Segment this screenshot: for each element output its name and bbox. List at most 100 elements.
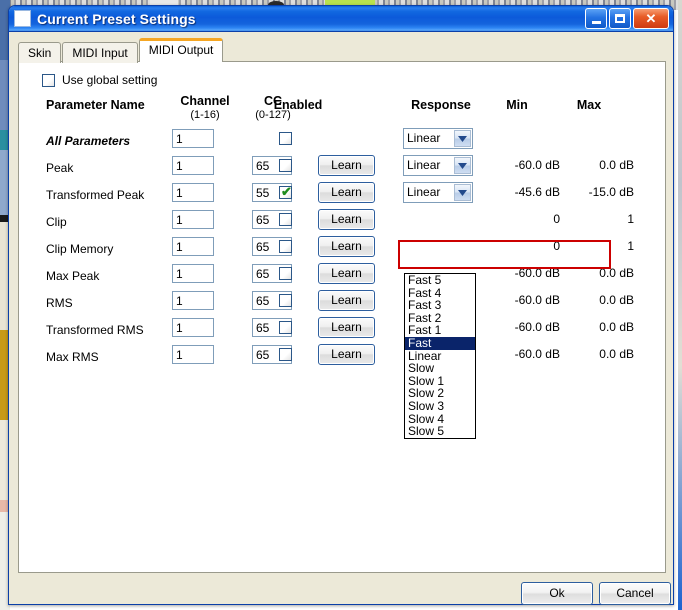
ok-button[interactable]: Ok: [521, 582, 593, 605]
enabled-checkbox-wrapper: [279, 213, 292, 231]
cancel-button[interactable]: Cancel: [599, 582, 671, 605]
dropdown-option[interactable]: Slow 4: [405, 413, 475, 426]
tab-midi-input[interactable]: MIDI Input: [62, 42, 138, 63]
max-value: 0.0 dB: [599, 347, 634, 361]
table-row: Clip Memory 1 65 Learn 0 1: [19, 236, 665, 263]
response-dropdown-list[interactable]: Fast 5 Fast 4 Fast 3 Fast 2 Fast 1 Fast Linear…: [404, 273, 476, 439]
tab-midi-output[interactable]: MIDI Output: [138, 38, 224, 62]
learn-button[interactable]: Learn: [318, 290, 375, 311]
close-icon: ✕: [645, 11, 657, 26]
enabled-checkbox[interactable]: [279, 267, 292, 280]
learn-button[interactable]: Learn: [318, 263, 375, 284]
enabled-checkbox-wrapper: [279, 294, 292, 312]
table-row: Max RMS 1 65 Learn -60.0 dB 0.0 dB: [19, 344, 665, 371]
midi-output-panel: Use global setting Parameter Name Channe…: [18, 61, 666, 573]
row-parameter-name: Transformed RMS: [46, 323, 144, 337]
dropdown-option[interactable]: Slow: [405, 362, 475, 375]
row-parameter-name: Max Peak: [46, 269, 100, 283]
row-parameter-name: RMS: [46, 296, 73, 310]
learn-button[interactable]: Learn: [318, 155, 375, 176]
channel-input[interactable]: 1: [172, 156, 214, 175]
enabled-checkbox[interactable]: [279, 159, 292, 172]
learn-button[interactable]: Learn: [318, 317, 375, 338]
max-value: 0.0 dB: [599, 266, 634, 280]
channel-input[interactable]: 1: [172, 183, 214, 202]
dropdown-option[interactable]: Fast 1: [405, 324, 475, 337]
check-icon: ✔: [281, 184, 292, 199]
close-button[interactable]: ✕: [633, 8, 669, 29]
current-preset-settings-window: Current Preset Settings ✕ Skin MIDI Inpu…: [8, 5, 674, 605]
table-row: Clip 1 65 Learn 0 1: [19, 209, 665, 236]
dropdown-option[interactable]: Fast 4: [405, 287, 475, 300]
tab-strip: Skin MIDI Input MIDI Output: [18, 38, 673, 63]
response-combobox[interactable]: Linear: [403, 128, 473, 149]
dropdown-option[interactable]: Fast: [405, 336, 475, 350]
dropdown-option[interactable]: Slow 1: [405, 375, 475, 388]
header-channel-range: (1-16): [190, 109, 220, 121]
use-global-setting-label: Use global setting: [62, 73, 158, 87]
response-combobox[interactable]: Linear: [403, 155, 473, 176]
channel-input[interactable]: 1: [172, 129, 214, 148]
learn-button[interactable]: Learn: [318, 209, 375, 230]
use-global-setting-row[interactable]: Use global setting: [42, 73, 157, 87]
header-parameter-name: Parameter Name: [46, 98, 145, 112]
enabled-checkbox[interactable]: [279, 348, 292, 361]
max-value: 0.0 dB: [599, 158, 634, 172]
enabled-checkbox[interactable]: ✔: [279, 184, 292, 199]
enabled-checkbox-wrapper: [279, 132, 292, 150]
enabled-checkbox-wrapper: ✔: [279, 184, 292, 204]
header-enabled: Enabled: [273, 98, 323, 112]
window-icon: [14, 10, 31, 27]
dropdown-option[interactable]: Linear: [405, 350, 475, 363]
grid-header-row: Parameter Name Channel (1-16) CC (0-127)…: [19, 94, 665, 128]
chevron-down-icon[interactable]: [454, 130, 471, 147]
max-value: -15.0 dB: [588, 185, 634, 199]
use-global-setting-checkbox[interactable]: [42, 73, 55, 87]
table-row: All Parameters 1 Linear: [19, 128, 665, 155]
channel-input[interactable]: 1: [172, 264, 214, 283]
enabled-checkbox-wrapper: [279, 321, 292, 339]
dropdown-option[interactable]: Slow 5: [405, 425, 475, 438]
channel-input[interactable]: 1: [172, 291, 214, 310]
chevron-down-icon[interactable]: [454, 157, 471, 174]
response-value: Linear: [407, 158, 441, 172]
learn-button[interactable]: Learn: [318, 182, 375, 203]
title-bar[interactable]: Current Preset Settings ✕: [9, 6, 673, 32]
enabled-checkbox[interactable]: [279, 321, 292, 334]
screen: Current Preset Settings ✕ Skin MIDI Inpu…: [0, 0, 682, 610]
table-row: Transformed Peak 1 55 ✔ Learn Linear -45.6 dB -…: [19, 182, 665, 209]
max-value: 1: [627, 239, 634, 253]
row-parameter-name: Clip: [46, 215, 67, 229]
parameters-grid: Parameter Name Channel (1-16) CC (0-127)…: [19, 94, 665, 371]
channel-input[interactable]: 1: [172, 210, 214, 229]
enabled-checkbox[interactable]: [279, 240, 292, 253]
header-max: Max: [576, 98, 602, 112]
learn-button[interactable]: Learn: [318, 344, 375, 365]
window-title: Current Preset Settings: [37, 10, 196, 27]
enabled-checkbox[interactable]: [279, 213, 292, 226]
dropdown-option[interactable]: Fast 5: [405, 274, 475, 287]
enabled-checkbox[interactable]: [279, 294, 292, 307]
dropdown-option[interactable]: Fast 2: [405, 312, 475, 325]
learn-button[interactable]: Learn: [318, 236, 375, 257]
response-value: Linear: [407, 185, 441, 199]
maximize-button[interactable]: [609, 8, 631, 29]
table-row: Transformed RMS 1 65 Learn -60.0 dB 0.0 dB: [19, 317, 665, 344]
row-parameter-name: Max RMS: [46, 350, 99, 364]
minimize-icon: [591, 20, 601, 24]
tab-skin[interactable]: Skin: [18, 42, 62, 63]
response-combobox[interactable]: Linear: [403, 182, 473, 203]
table-row: Peak 1 65 Learn Linear -60.0 dB 0.0 dB: [19, 155, 665, 182]
enabled-checkbox-wrapper: [279, 348, 292, 366]
channel-input[interactable]: 1: [172, 318, 214, 337]
row-parameter-name: Transformed Peak: [46, 188, 145, 202]
chevron-down-icon[interactable]: [454, 184, 471, 201]
enabled-checkbox[interactable]: [279, 132, 292, 145]
max-value: 1: [627, 212, 634, 226]
dropdown-option[interactable]: Slow 2: [405, 387, 475, 400]
dropdown-option[interactable]: Slow 3: [405, 400, 475, 413]
channel-input[interactable]: 1: [172, 237, 214, 256]
dropdown-option[interactable]: Fast 3: [405, 299, 475, 312]
minimize-button[interactable]: [585, 8, 607, 29]
channel-input[interactable]: 1: [172, 345, 214, 364]
